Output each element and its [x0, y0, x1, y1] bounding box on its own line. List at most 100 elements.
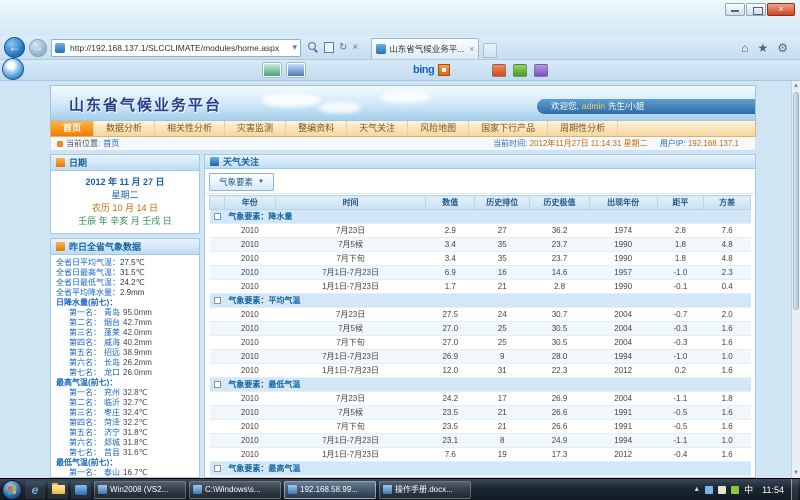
- table-cell: -0.4: [657, 448, 704, 462]
- vertical-scrollbar[interactable]: ▲ ▼: [791, 81, 800, 478]
- taskbar-window-button[interactable]: C:\Windows\s...: [189, 481, 281, 499]
- forward-button[interactable]: →: [29, 39, 47, 57]
- nav-item-1[interactable]: 首页: [51, 121, 94, 136]
- checkbox-icon[interactable]: [214, 213, 221, 220]
- cloud-decoration: [381, 91, 431, 103]
- table-group-row[interactable]: 气象要素：最高气温: [210, 462, 751, 476]
- favorites-star-icon[interactable]: ★: [757, 41, 768, 55]
- taskbar-windows: Win2008 (VS2...C:\Windows\s...192.168.58…: [94, 481, 471, 499]
- scroll-down-icon[interactable]: ▼: [792, 468, 800, 478]
- language-indicator[interactable]: 中: [744, 483, 753, 496]
- minimize-button[interactable]: [725, 3, 745, 16]
- nav-item-3[interactable]: 相关性分析: [155, 121, 225, 136]
- taskbar-window-button[interactable]: Win2008 (VS2...: [94, 481, 186, 499]
- app-tile-icon[interactable]: [492, 64, 506, 77]
- table-cell: 7月23日: [275, 308, 426, 322]
- show-desktop-button[interactable]: [791, 479, 798, 500]
- start-button[interactable]: [2, 480, 22, 500]
- main-nav: 首页数据分析相关性分析灾害监测整编资料天气关注风险地图国家下行产品周期性分析: [50, 121, 756, 137]
- stat-label: 全省日最高气温：: [56, 268, 120, 277]
- refresh-icon[interactable]: ↻: [339, 42, 347, 53]
- antivirus-icon[interactable]: [731, 486, 739, 494]
- rank-label: 第三名：: [69, 408, 101, 418]
- taskbar-window-button[interactable]: 操作手册.docx...: [379, 481, 471, 499]
- bing-tile-icon[interactable]: [438, 64, 450, 76]
- table-row: 20107月下旬27.02530.52004-0.31.6: [210, 336, 751, 350]
- scroll-up-icon[interactable]: ▲: [792, 81, 800, 91]
- calendar-icon[interactable]: [287, 63, 305, 77]
- maximize-button[interactable]: [746, 3, 766, 16]
- window-label: 操作手册.docx...: [395, 484, 453, 495]
- nav-item-4[interactable]: 灾害监测: [225, 121, 286, 136]
- table-cell: 1.7: [426, 280, 475, 294]
- tray-expand-icon[interactable]: ▲: [693, 486, 700, 493]
- table-cell: 7月5候: [275, 238, 426, 252]
- back-button[interactable]: ←: [4, 37, 25, 58]
- row-spacer-cell: [210, 364, 225, 378]
- station-name: 临沂: [104, 398, 120, 408]
- browser-tab[interactable]: 山东省气候业务平... ×: [371, 38, 479, 59]
- bing-logo[interactable]: bing: [413, 64, 434, 76]
- table-cell: 7月下旬: [275, 420, 426, 434]
- table-cell: 1.6: [704, 364, 751, 378]
- volume-icon[interactable]: [718, 486, 726, 494]
- rank-value: 32.8℃: [123, 388, 148, 398]
- nav-item-2[interactable]: 数据分析: [94, 121, 155, 136]
- table-cell: 1月1日-7月23日: [275, 448, 426, 462]
- table-row: 20107月1日-7月23日6.91614.61957-1.02.3: [210, 266, 751, 280]
- weather-stats: 全省日平均气温：27.5℃全省日最高气温：31.5℃全省日最低气温：24.2℃全…: [51, 255, 199, 477]
- rank-list-title: 最低气温(前七)：: [56, 458, 194, 468]
- table-row: 20101月1日-7月23日1.7212.81990-0.10.4: [210, 280, 751, 294]
- table-group-row[interactable]: 气象要素：最低气温: [210, 378, 751, 392]
- nav-item-9[interactable]: 周期性分析: [548, 121, 618, 136]
- internet-explorer-icon[interactable]: e: [25, 481, 45, 499]
- rank-label: 第一名：: [69, 308, 101, 318]
- compatibility-view-icon[interactable]: [324, 42, 334, 53]
- table-cell: 7.6: [704, 224, 751, 238]
- checkbox-icon[interactable]: [214, 297, 221, 304]
- scrollbar-thumb[interactable]: [793, 92, 799, 310]
- nav-item-8[interactable]: 国家下行产品: [469, 121, 548, 136]
- close-button[interactable]: ×: [767, 3, 795, 16]
- explorer-folder-icon[interactable]: [48, 481, 68, 499]
- checkbox-icon[interactable]: [214, 381, 221, 388]
- taskbar-window-button[interactable]: 192.168.58.99...: [284, 481, 376, 499]
- nav-item-6[interactable]: 天气关注: [347, 121, 408, 136]
- row-spacer-cell: [210, 322, 225, 336]
- app-tile-icon[interactable]: [513, 64, 527, 77]
- station-name: 长岛: [104, 358, 120, 368]
- taskbar-clock[interactable]: 11:54: [758, 485, 788, 495]
- network-icon[interactable]: [705, 486, 713, 494]
- station-name: 菏泽: [104, 418, 120, 428]
- panel-icon: [210, 157, 219, 166]
- lunar-date-line: 农历 10 月 14 日: [53, 202, 197, 215]
- app-tile-icon[interactable]: [534, 64, 548, 77]
- breadcrumb-page-link[interactable]: 首页: [103, 138, 119, 149]
- media-player-icon[interactable]: [71, 481, 91, 499]
- table-cell: -0.5: [657, 420, 704, 434]
- home-icon[interactable]: ⌂: [741, 41, 748, 55]
- rank-item: 第六名：郯城31.8℃: [56, 438, 194, 448]
- mail-icon[interactable]: [263, 63, 281, 77]
- window-icon: [193, 485, 202, 494]
- url-input[interactable]: [68, 42, 289, 54]
- new-tab-button[interactable]: [483, 43, 497, 58]
- table-group-row[interactable]: 气象要素：平均气温: [210, 294, 751, 308]
- nav-item-5[interactable]: 整编资料: [286, 121, 347, 136]
- element-filter-button[interactable]: 气象要素 ▼: [209, 173, 274, 191]
- table-row: 20107月下旬3.43523.719901.84.8: [210, 252, 751, 266]
- nav-item-7[interactable]: 风险地图: [408, 121, 469, 136]
- stop-icon[interactable]: ×: [352, 42, 358, 53]
- table-cell: 7月23日: [275, 392, 426, 406]
- table-cell: 1月1日-7月23日: [275, 364, 426, 378]
- address-dropdown-icon[interactable]: ▾: [292, 42, 297, 53]
- search-icon[interactable]: [308, 42, 319, 53]
- tools-gear-icon[interactable]: ⚙: [777, 41, 788, 55]
- tab-close-icon[interactable]: ×: [469, 44, 474, 54]
- weather-table: 年份时间数值历史排位历史极值出现年份距平方差 气象要素：降水量20107月23日…: [209, 195, 751, 478]
- checkbox-icon[interactable]: [214, 465, 221, 472]
- station-name: 招远: [104, 348, 120, 358]
- floating-gadget-icon[interactable]: [2, 58, 24, 80]
- address-bar[interactable]: ▾: [51, 39, 301, 57]
- table-group-row[interactable]: 气象要素：降水量: [210, 210, 751, 224]
